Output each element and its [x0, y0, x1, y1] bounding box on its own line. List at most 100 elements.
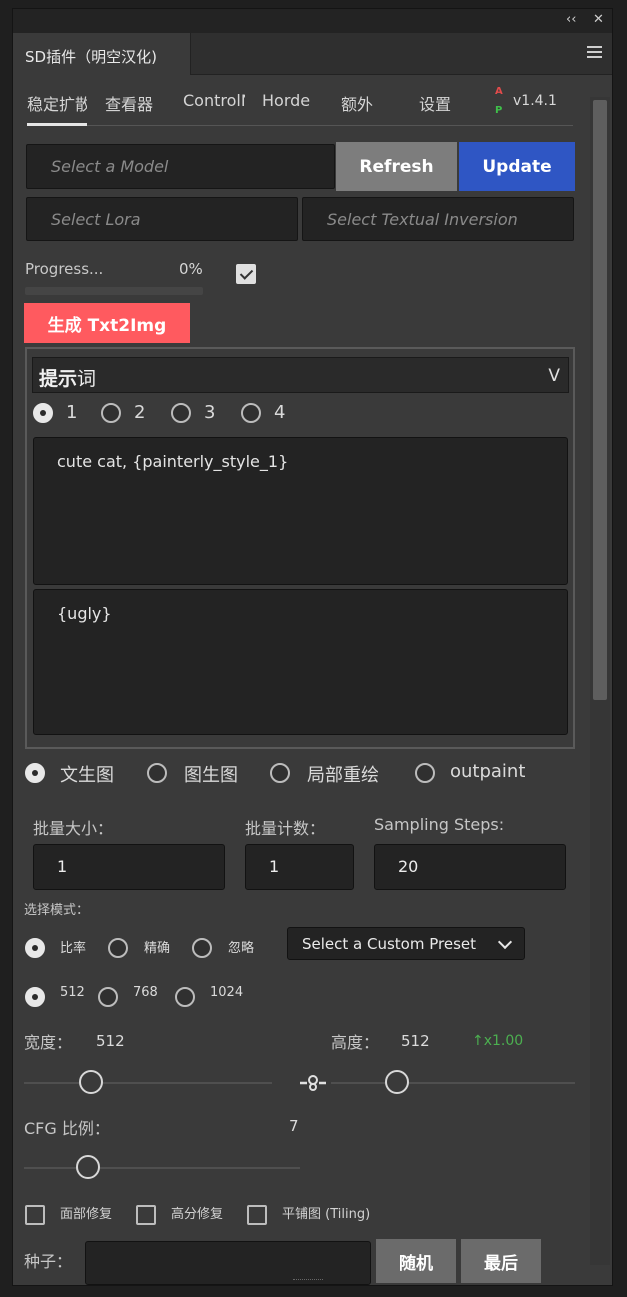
- width-slider-thumb[interactable]: [79, 1070, 103, 1094]
- panel-title: SD插件（明空汉化): [25, 48, 157, 66]
- link-icon[interactable]: [299, 1073, 327, 1093]
- prompt-slot-4-label: 4: [274, 402, 286, 423]
- tab-horde[interactable]: Horde: [262, 91, 310, 110]
- model-select[interactable]: Select a Model: [26, 144, 335, 189]
- prompt-title: 提示词: [39, 368, 97, 390]
- custom-preset-label: Select a Custom Preset: [302, 935, 477, 953]
- refresh-button[interactable]: Refresh: [336, 142, 457, 191]
- mode-inpaint-radio[interactable]: [270, 763, 290, 783]
- batch-count-value: 1: [269, 857, 280, 876]
- prompt-slot-4-radio[interactable]: [241, 403, 261, 423]
- textual-inversion-placeholder: Select Textual Inversion: [327, 210, 518, 229]
- panel-tab-bar: [191, 33, 612, 75]
- auto-photoshop-logo: A P: [495, 86, 503, 116]
- face-restore-checkbox[interactable]: [25, 1205, 45, 1225]
- prompt-header[interactable]: 提示词 V: [32, 357, 569, 393]
- prompt-slot-2-label: 2: [134, 402, 146, 423]
- tab-extra[interactable]: 额外: [341, 91, 373, 115]
- batch-count-input[interactable]: 1: [245, 844, 354, 890]
- progress-label: Progress...: [25, 260, 104, 278]
- selection-ratio-radio[interactable]: [25, 938, 45, 958]
- menu-icon[interactable]: [587, 46, 602, 58]
- batch-size-value: 1: [57, 857, 68, 876]
- batch-count-label: 批量计数：: [245, 819, 326, 838]
- update-button[interactable]: Update: [459, 142, 575, 191]
- tab-stable-diffusion[interactable]: 稳定扩散: [27, 91, 87, 115]
- batch-size-label: 批量大小：: [33, 819, 114, 838]
- lora-placeholder: Select Lora: [51, 210, 141, 229]
- mode-img2img-radio[interactable]: [147, 763, 167, 783]
- tabs-divider: [27, 125, 573, 126]
- prompt-slot-3-label: 3: [204, 402, 216, 423]
- prompt-slot-1-radio[interactable]: [33, 403, 53, 423]
- close-icon[interactable]: ✕: [593, 12, 604, 27]
- positive-prompt-textarea[interactable]: cute cat, {painterly_style_1}: [33, 437, 568, 585]
- sampling-steps-label: Sampling Steps:: [374, 815, 505, 834]
- panel-topbar: ‹‹ ✕: [13, 9, 612, 33]
- hires-fix-label: 高分修复: [171, 1207, 224, 1222]
- active-tab-indicator: [27, 123, 87, 126]
- height-label: 高度：: [331, 1033, 380, 1052]
- cfg-slider-thumb[interactable]: [76, 1155, 100, 1179]
- resolution-1024-label: 1024: [210, 985, 244, 1000]
- tab-controlnet[interactable]: ControlNet: [183, 91, 245, 110]
- selection-ratio-label: 比率: [60, 941, 87, 956]
- tiling-checkbox[interactable]: [247, 1205, 267, 1225]
- panel-tab[interactable]: SD插件（明空汉化): [13, 33, 191, 75]
- prompt-slot-3-radio[interactable]: [171, 403, 191, 423]
- seed-input[interactable]: [85, 1241, 371, 1285]
- height-value: 512: [401, 1032, 430, 1050]
- progress-checkbox[interactable]: [236, 264, 256, 284]
- mode-txt2img-label: 文生图: [60, 765, 114, 786]
- resolution-768-radio[interactable]: [98, 987, 118, 1007]
- cfg-slider-track[interactable]: [24, 1167, 300, 1169]
- resolution-1024-radio[interactable]: [175, 987, 195, 1007]
- selection-exact-label: 精确: [144, 941, 171, 956]
- negative-prompt-textarea[interactable]: {ugly}: [33, 589, 568, 735]
- tab-settings[interactable]: 设置: [419, 91, 451, 115]
- face-restore-label: 面部修复: [60, 1207, 113, 1222]
- mode-txt2img-radio[interactable]: [25, 763, 45, 783]
- progress-bar: [25, 287, 203, 295]
- batch-size-input[interactable]: 1: [33, 844, 225, 890]
- resolution-768-label: 768: [133, 985, 158, 1000]
- chevron-down-icon: [497, 934, 513, 950]
- mode-outpaint-radio[interactable]: [415, 763, 435, 783]
- selection-ignore-radio[interactable]: [192, 938, 212, 958]
- last-seed-button[interactable]: 最后: [461, 1239, 541, 1283]
- selection-mode-label: 选择模式：: [24, 903, 90, 918]
- prompt-slot-2-radio[interactable]: [101, 403, 121, 423]
- height-slider-thumb[interactable]: [385, 1070, 409, 1094]
- lora-select[interactable]: Select Lora: [26, 197, 298, 241]
- cfg-scale-label: CFG 比例：: [24, 1119, 110, 1138]
- resize-grip[interactable]: [293, 1279, 323, 1283]
- generate-button[interactable]: 生成 Txt2Img: [24, 303, 190, 343]
- mode-inpaint-label: 局部重绘: [307, 765, 379, 786]
- sampling-steps-input[interactable]: 20: [374, 844, 566, 890]
- prompt-slot-1-label: 1: [66, 402, 78, 423]
- random-seed-button[interactable]: 随机: [376, 1239, 456, 1283]
- resolution-512-label: 512: [60, 985, 85, 1000]
- selection-exact-radio[interactable]: [108, 938, 128, 958]
- width-slider-track[interactable]: [24, 1082, 272, 1084]
- positive-prompt-text: cute cat, {painterly_style_1}: [57, 452, 289, 471]
- version-label: v1.4.1: [513, 93, 557, 109]
- custom-preset-select[interactable]: Select a Custom Preset: [287, 927, 525, 960]
- aspect-ratio-indicator: ↑x1.00: [472, 1033, 524, 1049]
- collapse-icon[interactable]: ‹‹: [566, 12, 576, 27]
- hires-fix-checkbox[interactable]: [136, 1205, 156, 1225]
- progress-value: 0%: [179, 260, 203, 278]
- chevron-down-icon[interactable]: V: [548, 366, 560, 386]
- tiling-label: 平铺图 (Tiling): [282, 1207, 371, 1222]
- resolution-512-radio[interactable]: [25, 987, 45, 1007]
- tab-viewer[interactable]: 查看器: [105, 91, 153, 115]
- plugin-panel: ‹‹ ✕ SD插件（明空汉化) 稳定扩散 查看器 ControlNet Hord…: [12, 8, 613, 1286]
- sampling-steps-value: 20: [398, 857, 419, 876]
- scrollbar-thumb[interactable]: [593, 100, 607, 700]
- width-value: 512: [96, 1032, 125, 1050]
- textual-inversion-select[interactable]: Select Textual Inversion: [302, 197, 574, 241]
- height-slider-track[interactable]: [331, 1082, 575, 1084]
- mode-outpaint-label: outpaint: [450, 761, 526, 782]
- selection-ignore-label: 忽略: [228, 941, 255, 956]
- width-label: 宽度：: [24, 1033, 73, 1052]
